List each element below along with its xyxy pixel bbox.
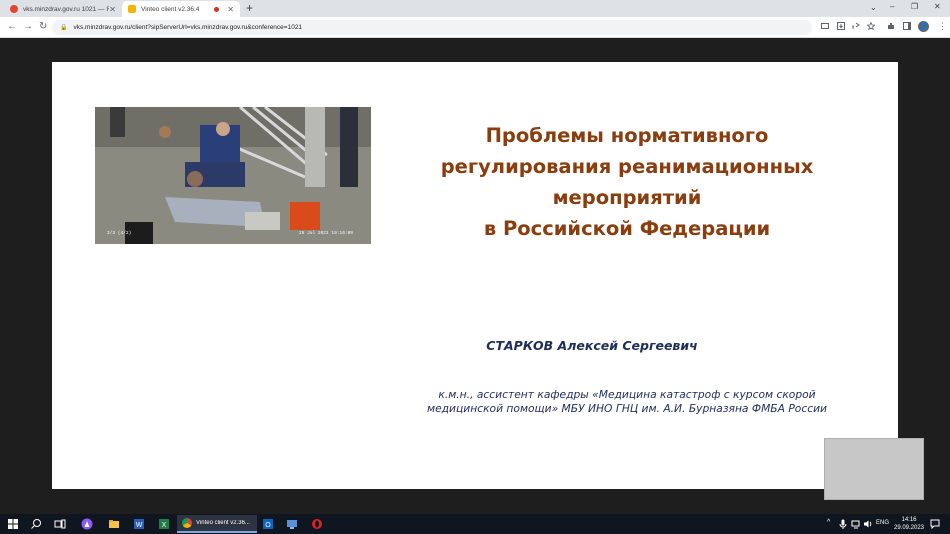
tab-yandex[interactable]: vks.minzdrav.gov.ru 1021 — Яндекс ✕ <box>4 1 122 17</box>
svg-text:O: O <box>265 522 271 529</box>
slide-title-line: в Российской Федерации <box>483 217 771 240</box>
vinteo-favicon-icon <box>128 5 136 13</box>
opera-icon[interactable] <box>311 518 323 530</box>
chrome-icon <box>182 518 192 528</box>
address-bar[interactable]: 🔒 vks.minzdrav.gov.ru/client?sipServerUr… <box>52 20 812 35</box>
tab-close-icon[interactable]: ✕ <box>109 5 116 14</box>
cctv-timestamp-left: 3/3 (4/2) <box>107 231 132 236</box>
browser-tab-strip: vks.minzdrav.gov.ru 1021 — Яндекс ✕ Vint… <box>0 0 950 17</box>
slide-title-line: регулирования реанимационных <box>440 155 814 178</box>
cast-icon[interactable] <box>821 22 829 30</box>
speaker-name: СТАРКОВ Алексей Сергеевич <box>486 338 698 353</box>
search-icon[interactable] <box>30 518 42 530</box>
taskbar-chrome-app[interactable]: Vinteo client v2.36... <box>177 515 257 533</box>
back-button[interactable]: ← <box>7 20 17 34</box>
network-icon[interactable] <box>851 519 861 529</box>
windows-taskbar: W X Vinteo client v2.36... O ^ ENG 14:16… <box>0 514 950 534</box>
menu-icon[interactable]: ⋮ <box>938 21 947 32</box>
restore-button[interactable]: ❐ <box>911 2 918 11</box>
sidepanel-icon[interactable] <box>903 22 911 30</box>
install-icon[interactable] <box>837 22 845 30</box>
tab-close-icon[interactable]: ✕ <box>227 5 234 14</box>
url-text: vks.minzdrav.gov.ru/client?sipServerUrl=… <box>73 24 303 31</box>
presentation-slide: 3/3 (4/2) 25 Jul 2021 19:16:09 Проблемы … <box>52 62 898 489</box>
svg-text:X: X <box>162 522 167 529</box>
cctv-photo: 3/3 (4/2) 25 Jul 2021 19:16:09 <box>95 107 371 244</box>
remote-desktop-icon[interactable] <box>286 518 298 530</box>
task-view-icon[interactable] <box>54 518 66 530</box>
profile-avatar[interactable]: 👤 <box>918 21 929 32</box>
tab-vinteo[interactable]: Vinteo client v2.36.4 ✕ <box>122 1 240 17</box>
star-icon[interactable] <box>867 22 875 30</box>
clock-date: 29.09.2023 <box>893 525 925 531</box>
affiliation-line: к.м.н., ассистент кафедры «Медицина ката… <box>438 388 816 401</box>
affiliation-line: медицинской помощи» МБУ ИНО ГНЦ им. А.И.… <box>427 402 827 415</box>
extensions-icon[interactable] <box>887 22 895 30</box>
taskbar-app-label: Vinteo client v2.36... <box>196 520 250 526</box>
speaker-affiliation: к.м.н., ассистент кафедры «Медицина ката… <box>372 388 882 416</box>
self-view-video[interactable] <box>824 438 924 500</box>
cctv-timestamp-right: 25 Jul 2021 19:16:09 <box>298 231 353 236</box>
file-explorer-icon[interactable] <box>108 518 120 530</box>
slide-title-line: мероприятий <box>552 186 702 209</box>
excel-icon[interactable]: X <box>158 518 170 530</box>
minimize-button[interactable]: – <box>890 2 894 11</box>
language-indicator[interactable]: ENG <box>876 520 889 526</box>
close-window-button[interactable]: ✕ <box>934 2 941 11</box>
tab-title: Vinteo client v2.36.4 <box>141 5 200 13</box>
slide-title: Проблемы нормативного регулирования реан… <box>392 120 862 244</box>
share-icon[interactable] <box>852 22 860 30</box>
tab-title: vks.minzdrav.gov.ru 1021 — Яндекс <box>23 5 110 13</box>
cctv-scene-image <box>95 107 371 244</box>
reload-button[interactable]: ↻ <box>39 20 47 34</box>
windows-start-icon[interactable] <box>7 518 19 530</box>
notifications-icon[interactable] <box>930 519 940 529</box>
slide-title-line: Проблемы нормативного <box>485 124 769 147</box>
volume-icon[interactable] <box>863 519 873 529</box>
system-clock[interactable]: 14:16 29.09.2023 <box>893 516 925 532</box>
svg-text:W: W <box>136 522 143 529</box>
browser-toolbar: ← → ↻ 🔒 vks.minzdrav.gov.ru/client?sipSe… <box>0 17 950 38</box>
alice-assistant-icon[interactable] <box>81 518 93 530</box>
word-icon[interactable]: W <box>133 518 145 530</box>
yandex-favicon-icon <box>10 5 18 13</box>
microphone-icon[interactable] <box>839 519 847 529</box>
tray-chevron-icon[interactable]: ^ <box>827 519 830 526</box>
outlook-icon[interactable]: O <box>262 518 274 530</box>
recording-indicator-icon <box>214 6 220 12</box>
tab-search-chevron-icon[interactable]: ⌄ <box>870 3 877 12</box>
lock-icon[interactable]: 🔒 <box>60 24 67 31</box>
new-tab-button[interactable]: + <box>246 1 253 15</box>
clock-time: 14:16 <box>901 517 917 523</box>
forward-button[interactable]: → <box>23 20 33 34</box>
video-conference-area: 3/3 (4/2) 25 Jul 2021 19:16:09 Проблемы … <box>0 38 950 514</box>
